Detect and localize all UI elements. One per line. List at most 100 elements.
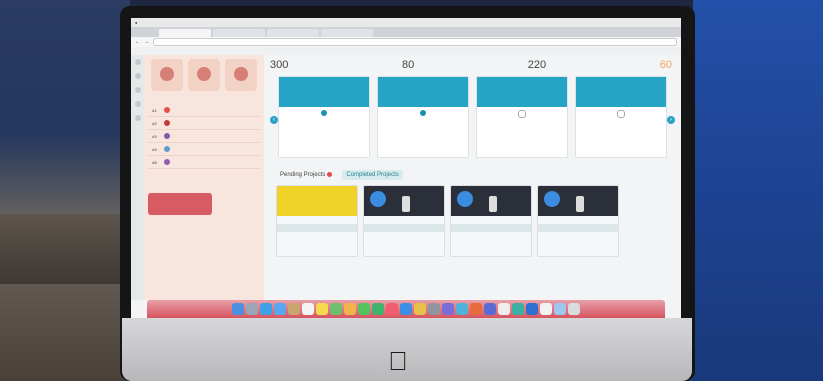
- apple-menu-icon[interactable]: ●: [135, 20, 137, 25]
- back-icon[interactable]: ←: [135, 39, 140, 45]
- notes-icon[interactable]: [316, 303, 328, 315]
- mac-dock: [147, 300, 665, 318]
- messages-icon[interactable]: [358, 303, 370, 315]
- notification-dot: [327, 172, 333, 177]
- apple-logo-icon: : [385, 346, 411, 376]
- course-card-header: [576, 77, 666, 107]
- badge-icon: [160, 67, 175, 81]
- view-all-button[interactable]: [179, 94, 229, 101]
- app-store-icon[interactable]: [400, 303, 412, 315]
- stat-value: 300: [270, 59, 289, 71]
- course-card-header: [279, 77, 369, 107]
- rank: #3: [152, 133, 157, 139]
- app-icon[interactable]: [498, 303, 510, 315]
- settings-icon[interactable]: [428, 303, 440, 315]
- browser-tab[interactable]: [213, 29, 265, 37]
- project-card[interactable]: [537, 185, 619, 258]
- project-footer: [538, 224, 618, 233]
- course-description: [279, 119, 369, 123]
- maps-icon[interactable]: [330, 303, 342, 315]
- status-icon: [420, 110, 426, 116]
- leaderboard-row: #2: [148, 117, 260, 130]
- browser-tabs: [131, 27, 681, 37]
- leaderboard-row: #5: [148, 156, 260, 169]
- bookmarks-bar: [131, 47, 681, 55]
- globe-icon: [544, 191, 560, 208]
- trash-icon[interactable]: [568, 303, 580, 315]
- photos-icon[interactable]: [344, 303, 356, 315]
- nav-icon[interactable]: [134, 59, 141, 65]
- badge: [188, 59, 221, 91]
- project-card[interactable]: [276, 185, 358, 258]
- globe-icon: [457, 191, 473, 208]
- status-icon: [321, 110, 327, 116]
- project-tabs: Pending Projects Completed Projects: [276, 170, 675, 181]
- badge-icon: [234, 67, 249, 81]
- course-card[interactable]: [377, 76, 469, 158]
- finder-icon[interactable]: [232, 303, 244, 315]
- globe-icon: [370, 191, 386, 208]
- tab-pending-projects[interactable]: Pending Projects: [276, 170, 336, 180]
- project-caption: [451, 216, 531, 220]
- browser-tab[interactable]: [321, 29, 373, 37]
- badge: [151, 59, 184, 91]
- project-footer: [277, 224, 357, 233]
- app-icon[interactable]: [512, 303, 524, 315]
- app-icon[interactable]: [526, 303, 538, 315]
- mail-icon[interactable]: [274, 303, 286, 315]
- nav-icon[interactable]: [134, 87, 141, 93]
- contacts-icon[interactable]: [288, 303, 300, 315]
- stats-row: 300 80 220 60: [270, 59, 675, 71]
- project-card[interactable]: [450, 185, 532, 258]
- project-thumbnail: [364, 186, 444, 217]
- project-card[interactable]: [363, 185, 445, 258]
- rank: #2: [152, 120, 157, 126]
- course-card[interactable]: [278, 76, 370, 158]
- course-carousel: ‹ ›: [270, 76, 675, 158]
- browser-tab[interactable]: [159, 29, 211, 37]
- app-icon[interactable]: [470, 303, 482, 315]
- forward-icon[interactable]: →: [144, 39, 149, 45]
- tab-label: Pending Projects: [280, 172, 326, 179]
- status-icon: [518, 110, 526, 118]
- avatar: [164, 120, 171, 126]
- browser-tab[interactable]: [267, 29, 319, 37]
- app-icon[interactable]: [456, 303, 468, 315]
- support-banner[interactable]: [148, 193, 213, 215]
- project-footer: [451, 224, 531, 233]
- safari-icon[interactable]: [260, 303, 272, 315]
- status-icon: [617, 110, 625, 118]
- avatar: [164, 159, 171, 165]
- screen: ● ← → #1 #2 #3 #4 #5 300 80 220 60 ‹ › P…: [131, 18, 681, 318]
- course-card[interactable]: [476, 76, 568, 158]
- chevron-right-icon[interactable]: ›: [667, 116, 675, 124]
- url-input[interactable]: [153, 38, 677, 46]
- course-card[interactable]: [575, 76, 667, 158]
- app-icon[interactable]: [540, 303, 552, 315]
- nav-icon[interactable]: [134, 101, 141, 107]
- tab-label: Completed Projects: [346, 172, 399, 179]
- facetime-icon[interactable]: [372, 303, 384, 315]
- project-caption: [364, 216, 444, 220]
- view-more-button[interactable]: [179, 172, 229, 179]
- stat-item: 80: [402, 59, 417, 71]
- nav-icon[interactable]: [134, 73, 141, 79]
- rank: #4: [152, 146, 157, 152]
- chevron-left-icon[interactable]: ‹: [270, 116, 278, 124]
- chrome-icon[interactable]: [414, 303, 426, 315]
- project-footer: [364, 224, 444, 233]
- app-icon[interactable]: [442, 303, 454, 315]
- avatar: [164, 133, 171, 139]
- badge: [225, 59, 258, 91]
- stat-value: 220: [527, 59, 547, 71]
- launchpad-icon[interactable]: [246, 303, 258, 315]
- nav-icon[interactable]: [134, 115, 141, 121]
- tab-completed-projects[interactable]: Completed Projects: [342, 170, 403, 181]
- calendar-icon[interactable]: [302, 303, 314, 315]
- course-card-header: [477, 77, 567, 107]
- badge-icon: [197, 67, 212, 81]
- rank: #1: [152, 107, 157, 113]
- app-icon[interactable]: [484, 303, 496, 315]
- music-icon[interactable]: [386, 303, 398, 315]
- folder-icon[interactable]: [554, 303, 566, 315]
